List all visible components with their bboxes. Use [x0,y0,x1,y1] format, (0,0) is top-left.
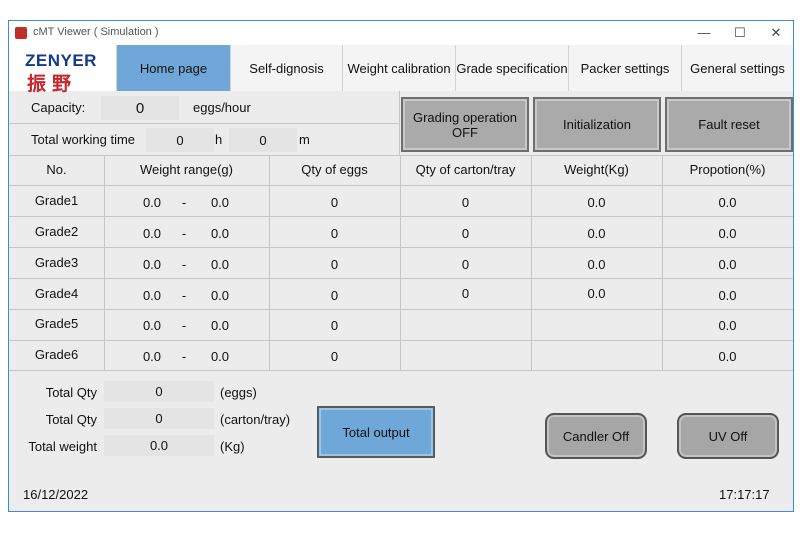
qty-carton: 0 [461,257,470,272]
tab-weight-calibration[interactable]: Weight calibration [342,45,455,91]
grade-name: Grade5 [34,316,79,331]
range-min: 0.0 [142,288,162,303]
total-weight-unit: (Kg) [220,439,245,454]
uv-toggle-button[interactable]: UV Off [677,413,779,459]
header-bar: ZENYER 振野 Home page Self-dignosis Weight… [9,45,793,95]
tab-general-settings[interactable]: General settings [681,45,793,91]
range-separator: - [181,318,187,333]
initialization-button[interactable]: Initialization [533,97,661,152]
proportion: 0.0 [718,195,737,210]
grade-name: Grade1 [34,193,79,208]
grading-operation-state: OFF [451,124,478,140]
maximize-icon[interactable]: ☐ [725,23,755,43]
header-qty-eggs: Qty of eggs [301,162,368,177]
minutes-unit: m [299,132,310,147]
total-qty-eggs-unit: (eggs) [220,385,257,400]
tab-home-page[interactable]: Home page [116,45,230,91]
total-output-button[interactable]: Total output [317,406,435,458]
total-qty-carton-unit: (carton/tray) [220,412,291,427]
range-max: 0.0 [210,318,230,333]
app-icon [15,27,27,39]
tab-grade-specification[interactable]: Grade specification [455,45,568,91]
range-max: 0.0 [210,195,230,210]
window-title: cMT Viewer ( Simulation ) [33,26,159,38]
working-minutes-value: 0 [229,128,297,152]
app-window: cMT Viewer ( Simulation ) — ☐ ✕ ZENYER 振… [8,20,794,512]
range-min: 0.0 [142,349,162,364]
grading-operation-button[interactable]: Grading operation OFF [401,97,529,152]
range-max: 0.0 [210,226,230,241]
header-qty-carton: Qty of carton/tray [415,162,516,177]
capacity-unit: eggs/hour [193,100,251,115]
qty-eggs: 0 [330,257,339,272]
range-min: 0.0 [142,318,162,333]
qty-carton: 0 [461,226,470,241]
capacity-label: Capacity: [31,100,86,115]
range-separator: - [181,349,187,364]
range-max: 0.0 [210,349,230,364]
hours-unit: h [215,132,223,147]
tab-packer-settings[interactable]: Packer settings [568,45,681,91]
total-qty-eggs-value: 0 [104,381,214,402]
proportion: 0.0 [718,349,737,364]
grade-name: Grade4 [34,286,79,301]
qty-carton: 0 [461,286,470,301]
zenyer-logo: ZENYER 振野 [13,49,113,95]
title-bar: cMT Viewer ( Simulation ) — ☐ ✕ [9,21,793,45]
range-min: 0.0 [142,195,162,210]
weight-kg: 0.0 [587,286,606,301]
grading-operation-label: Grading operation [412,109,518,125]
grade-name: Grade6 [34,347,79,362]
capacity-value: 0 [101,96,179,120]
logo-text-cn: 振野 [27,74,78,95]
minimize-icon[interactable]: — [689,23,719,43]
close-icon[interactable]: ✕ [761,23,791,43]
status-time: 17:17:17 [719,487,770,502]
range-max: 0.0 [210,288,230,303]
grade-name: Grade2 [34,224,79,239]
range-min: 0.0 [142,226,162,241]
total-qty-eggs-label: Total Qty [45,385,97,400]
proportion: 0.0 [718,226,737,241]
qty-eggs: 0 [330,226,339,241]
weight-kg: 0.0 [587,226,606,241]
qty-carton: 0 [461,195,470,210]
qty-eggs: 0 [330,349,339,364]
header-weight-kg: Weight(Kg) [564,162,629,177]
qty-eggs: 0 [330,288,339,303]
proportion: 0.0 [718,318,737,333]
working-time-label: Total working time [31,132,136,147]
fault-reset-button[interactable]: Fault reset [665,97,793,152]
qty-eggs: 0 [330,195,339,210]
range-separator: - [181,257,187,272]
weight-kg: 0.0 [587,257,606,272]
weight-kg: 0.0 [587,195,606,210]
range-separator: - [181,226,187,241]
header-no: No. [46,162,67,177]
total-qty-carton-value: 0 [104,408,214,429]
grade-name: Grade3 [34,255,79,270]
qty-eggs: 0 [330,318,339,333]
range-min: 0.0 [142,257,162,272]
tab-self-dignosis[interactable]: Self-dignosis [230,45,342,91]
candler-toggle-button[interactable]: Candler Off [545,413,647,459]
total-weight-label: Total weight [28,439,97,454]
proportion: 0.0 [718,257,737,272]
header-proportion: Propotion(%) [689,162,766,177]
proportion: 0.0 [718,288,737,303]
working-hours-value: 0 [146,128,214,152]
logo-text-en: ZENYER [25,51,97,70]
header-weight-range: Weight range(g) [140,162,233,177]
total-qty-carton-label: Total Qty [45,412,97,427]
status-date: 16/12/2022 [23,487,89,502]
range-max: 0.0 [210,257,230,272]
range-separator: - [181,288,187,303]
total-weight-value: 0.0 [104,435,214,456]
range-separator: - [181,195,187,210]
